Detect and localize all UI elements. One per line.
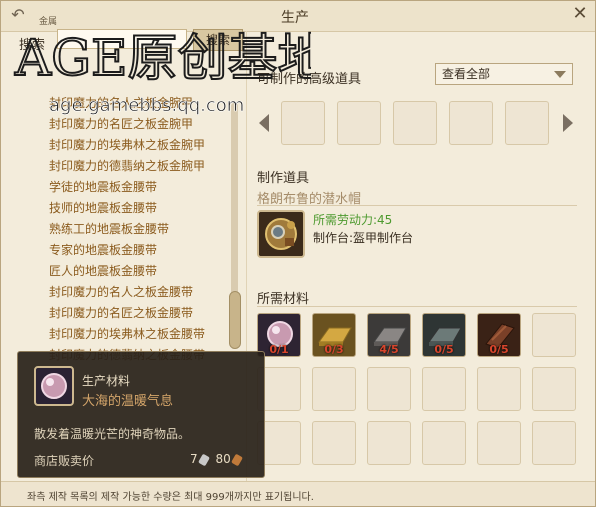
labor-value: 45	[377, 213, 393, 227]
material-slot-empty	[532, 421, 576, 465]
material-slot-empty	[312, 421, 356, 465]
material-slot[interactable]: 0/1	[257, 313, 301, 357]
recipe-list-item[interactable]: 封印魔力的埃弗林之板金腰带	[49, 324, 229, 345]
material-count: 4/5	[379, 343, 399, 356]
recipe-list-item[interactable]: 封印魔力的德翡纳之板金腕甲	[49, 156, 229, 177]
labor-requirement: 所需劳动力:45	[313, 211, 392, 228]
footer-bar: 좌측 제작 목록의 제작 가능한 수량은 최대 999개까지만 표기됩니다.	[1, 481, 595, 506]
tooltip-price: 7 80	[190, 452, 245, 466]
material-slot-empty	[477, 367, 521, 411]
divider	[257, 306, 577, 307]
search-input[interactable]	[57, 29, 187, 49]
recipe-list-item[interactable]: 专家的地震板金腰带	[49, 240, 229, 261]
window-title: 生产	[281, 10, 309, 26]
material-count: 0/3	[324, 343, 344, 356]
labor-label: 所需劳动力:	[313, 213, 378, 227]
silver-coin-icon	[197, 453, 210, 466]
recipe-list-item[interactable]: 熟练工的地震板金腰带	[49, 219, 229, 240]
material-slot[interactable]: 0/3	[312, 313, 356, 357]
copper-coin-icon	[230, 453, 243, 466]
recipe-list-item[interactable]: 封印魔力的名人之板金腕甲	[49, 93, 229, 114]
recipe-list-item[interactable]: 封印魔力的名匠之板金腕甲	[49, 114, 229, 135]
recipe-list-item[interactable]: 匠人的地震板金腰带	[49, 261, 229, 282]
material-slot[interactable]: 4/5	[367, 313, 411, 357]
material-slot-empty	[312, 367, 356, 411]
price-copper: 80	[215, 452, 231, 466]
recipe-list: 封印魔力的名人之板金腕甲 封印魔力的名匠之板金腕甲 封印魔力的埃弗林之板金腕甲 封印魔…	[49, 93, 229, 366]
price-silver: 7	[190, 452, 198, 466]
material-count: 0/5	[434, 343, 454, 356]
recipe-list-item[interactable]: 封印魔力的埃弗林之板金腕甲	[49, 135, 229, 156]
tooltip-price-label: 商店贩卖价	[34, 454, 95, 468]
materials-section-title: 所需材料	[257, 292, 310, 307]
advanced-item-slot[interactable]	[449, 101, 493, 145]
title-bar: ↶ 金属 生产 ✕	[1, 1, 595, 32]
close-icon[interactable]: ✕	[569, 3, 591, 25]
material-slot-empty	[367, 367, 411, 411]
advanced-item-slot[interactable]	[337, 101, 381, 145]
filter-dropdown[interactable]: 查看全部	[435, 63, 573, 85]
craft-item-section-title: 制作道具	[257, 171, 310, 186]
production-window: ↶ 金属 生产 ✕ 搜索 搜索 封印魔力的名人之板金腕甲 封印魔力的名匠之板金腕甲…	[0, 0, 596, 507]
material-slot[interactable]: 0/5	[422, 313, 466, 357]
tooltip-description: 散发着温暖光芒的神奇物品。	[34, 427, 191, 441]
chevron-down-icon	[554, 71, 566, 78]
material-slot-empty	[367, 421, 411, 465]
tooltip-item-name: 大海的温暖气息	[82, 394, 174, 409]
subcategory-label: 金属	[39, 17, 58, 27]
recipe-list-item[interactable]: 学徒的地震板金腰带	[49, 177, 229, 198]
advanced-item-slot[interactable]	[281, 101, 325, 145]
crafting-station: 制作台:盔甲制作台	[313, 231, 414, 245]
search-button[interactable]: 搜索	[193, 29, 243, 51]
material-slot-empty	[477, 421, 521, 465]
recipe-list-item[interactable]: 封印魔力的名匠之板金腰带	[49, 303, 229, 324]
prev-arrow-icon[interactable]	[259, 114, 269, 132]
divider	[257, 205, 577, 206]
material-slot[interactable]: 0/5	[477, 313, 521, 357]
recipe-list-scroll-thumb[interactable]	[229, 291, 241, 349]
filter-dropdown-value: 查看全部	[442, 67, 491, 81]
recipe-list-item[interactable]: 封印魔力的名人之板金腰带	[49, 282, 229, 303]
material-slot-empty	[422, 421, 466, 465]
pearl-orb-icon	[34, 366, 74, 406]
footer-note: 좌측 제작 목록의 제작 가능한 수량은 최대 999개까지만 표기됩니다.	[27, 492, 314, 503]
material-count: 0/5	[489, 343, 509, 356]
material-slot-empty	[422, 367, 466, 411]
material-slot-empty	[532, 313, 576, 357]
search-label: 搜索	[19, 38, 46, 53]
item-tooltip: 生产材料 大海的温暖气息 散发着温暖光芒的神奇物品。 商店贩卖价 7 80	[17, 351, 265, 478]
next-arrow-icon[interactable]	[563, 114, 573, 132]
advanced-item-slot[interactable]	[393, 101, 437, 145]
recipe-list-item[interactable]: 技师的地震板金腰带	[49, 198, 229, 219]
material-slot-empty	[532, 367, 576, 411]
diving-helmet-icon[interactable]	[257, 210, 305, 258]
craftable-items-label: 可制作的高级道具	[257, 72, 362, 87]
tooltip-item-type: 生产材料	[82, 374, 131, 388]
advanced-item-slot[interactable]	[505, 101, 549, 145]
back-arrow-icon[interactable]: ↶	[7, 6, 29, 24]
